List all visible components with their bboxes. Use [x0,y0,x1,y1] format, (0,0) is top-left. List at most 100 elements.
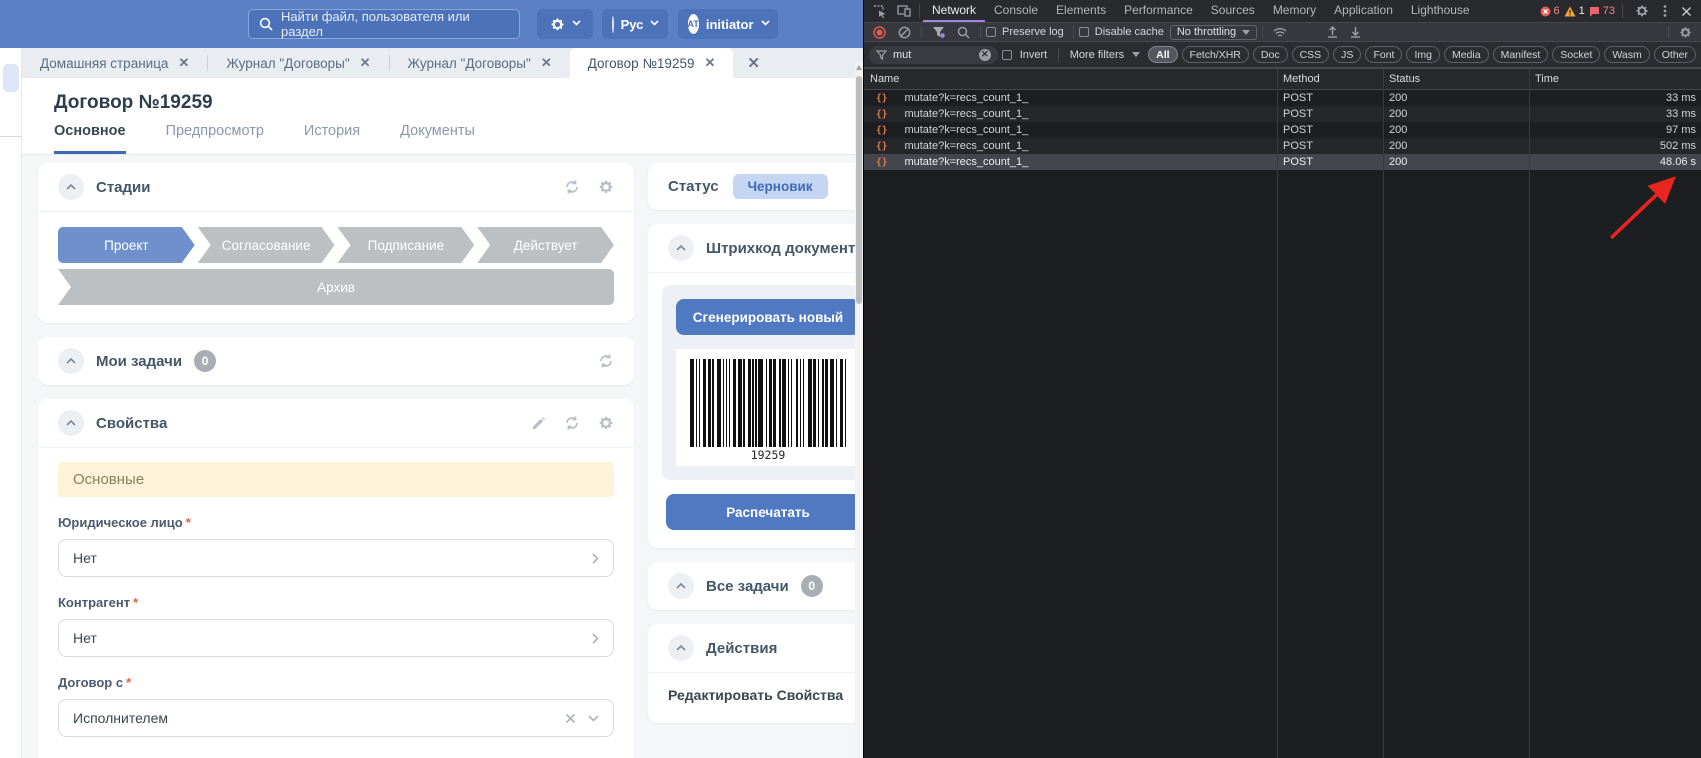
page-tab-предпросмотр[interactable]: Предпросмотр [166,123,264,154]
devtools-tab-lighthouse[interactable]: Lighthouse [1402,0,1479,22]
type-chip-doc[interactable]: Doc [1253,46,1288,63]
network-request-row[interactable]: {}mutate?k=recs_count_1_POST20097 ms [864,122,1701,138]
page-tab-документы[interactable]: Документы [400,123,475,154]
action-edit-properties[interactable]: Редактировать Свойства [648,673,863,723]
settings-menu-button[interactable] [537,9,593,39]
issues-badge[interactable]: 73 [1589,5,1615,17]
record-network-log-icon[interactable] [868,26,891,39]
more-filters-chevron-icon[interactable] [1132,52,1140,57]
device-toolbar-icon[interactable] [892,0,916,22]
language-selector[interactable]: Рус [602,9,668,39]
preserve-log-checkbox[interactable] [986,27,996,37]
close-devtools-icon[interactable] [1676,6,1697,17]
refresh-icon[interactable] [598,353,614,369]
close-tab-icon[interactable]: ✕ [178,55,189,71]
window-tab[interactable]: Договор №19259✕ [570,48,734,78]
stage-3[interactable]: Подписание [338,227,475,263]
chevron-right-icon[interactable] [592,553,599,564]
close-tab-icon[interactable]: ✕ [704,55,715,71]
inspect-element-icon[interactable] [868,0,892,22]
type-chip-fetchxhr[interactable]: Fetch/XHR [1182,46,1249,63]
stage-2[interactable]: Согласование [198,227,335,263]
type-chip-socket[interactable]: Socket [1552,46,1600,63]
collapse-button[interactable] [668,573,694,599]
collapse-button[interactable] [668,235,694,261]
type-chip-font[interactable]: Font [1365,46,1402,63]
invert-label[interactable]: Invert [1016,49,1052,61]
network-settings-gear-icon[interactable] [1674,26,1697,39]
page-tab-основное[interactable]: Основное [54,123,126,154]
type-chip-all[interactable]: All [1148,46,1177,63]
clear-value-icon[interactable] [565,713,576,724]
window-tab[interactable]: Журнал "Договоры"✕ [390,48,570,78]
network-table-header[interactable]: NameMethodStatusTime [864,68,1701,90]
collapsed-sidebar[interactable] [0,48,22,758]
chevron-down-icon[interactable] [588,715,599,722]
column-header-name[interactable]: Name [864,73,1277,85]
console-errors-badge[interactable]: 6 [1540,5,1560,17]
window-tab[interactable]: Журнал "Договоры"✕ [208,48,388,78]
stage-5[interactable]: Архив [58,269,614,305]
refresh-icon[interactable] [564,415,580,431]
type-chip-media[interactable]: Media [1444,46,1489,63]
disable-cache-label[interactable]: Disable cache [1091,26,1168,38]
collapse-button[interactable] [58,348,84,374]
close-tab-icon[interactable]: ✕ [541,55,552,71]
network-conditions-icon[interactable] [1268,27,1292,38]
column-header-time[interactable]: Time [1529,73,1701,85]
field-input[interactable]: Нет [58,619,614,657]
type-chip-wasm[interactable]: Wasm [1604,46,1649,63]
devtools-tab-network[interactable]: Network [923,0,985,22]
refresh-icon[interactable] [564,179,580,195]
type-chip-img[interactable]: Img [1406,46,1440,63]
devtools-tab-sources[interactable]: Sources [1202,0,1264,22]
collapse-button[interactable] [668,635,694,661]
export-har-icon[interactable] [1345,26,1366,38]
preserve-log-label[interactable]: Preserve log [998,26,1068,38]
import-har-icon[interactable] [1322,26,1343,38]
collapse-button[interactable] [58,174,84,200]
filter-text-input[interactable]: mut ✕ [869,46,998,64]
network-request-row[interactable]: {}mutate?k=recs_count_1_POST20033 ms [864,106,1701,122]
devtools-tab-performance[interactable]: Performance [1115,0,1202,22]
gear-icon[interactable] [598,415,614,431]
print-button[interactable]: Распечатать [666,494,863,530]
field-input[interactable]: Нет [58,539,614,577]
sidebar-active-item[interactable] [3,64,19,92]
close-all-tabs-icon[interactable]: ✕ [733,48,774,78]
collapse-button[interactable] [58,410,84,436]
devtools-tab-memory[interactable]: Memory [1264,0,1325,22]
gear-icon[interactable] [598,179,614,195]
filter-icon[interactable] [927,26,950,38]
devtools-settings-icon[interactable] [1630,4,1654,18]
stage-4[interactable]: Действует [477,227,614,263]
network-request-row[interactable]: {}mutate?k=recs_count_1_POST20048.06 s [864,154,1701,170]
chevron-right-icon[interactable] [592,633,599,644]
stage-1[interactable]: Проект [58,227,195,263]
generate-barcode-button[interactable]: Сгенерировать новый [676,299,860,335]
more-filters-label[interactable]: More filters [1066,49,1128,61]
window-tab[interactable]: Домашняя страница✕ [22,48,207,78]
devtools-tab-console[interactable]: Console [985,0,1047,22]
user-menu-button[interactable]: AT initiator [678,9,778,39]
column-header-method[interactable]: Method [1277,73,1383,85]
devtools-tab-application[interactable]: Application [1325,0,1402,22]
search-network-icon[interactable] [952,26,975,39]
type-chip-other[interactable]: Other [1654,46,1696,63]
clear-filter-icon[interactable]: ✕ [979,49,991,61]
disable-cache-checkbox[interactable] [1079,27,1089,37]
kebab-menu-icon[interactable] [1658,4,1672,18]
network-request-row[interactable]: {}mutate?k=recs_count_1_POST200502 ms [864,138,1701,154]
app-scrollbar[interactable] [855,62,863,758]
network-request-row[interactable]: {}mutate?k=recs_count_1_POST20033 ms [864,90,1701,106]
edit-pencil-icon[interactable] [531,416,546,431]
type-chip-css[interactable]: CSS [1292,46,1330,63]
devtools-tab-elements[interactable]: Elements [1047,0,1115,22]
close-tab-icon[interactable]: ✕ [360,55,371,71]
field-input[interactable]: Исполнителем [58,699,614,737]
throttling-select[interactable]: No throttling [1170,25,1257,40]
global-search-input[interactable]: Найти файл, пользователя или раздел [248,9,520,39]
clear-network-log-icon[interactable] [893,26,916,39]
scrollbar-thumb[interactable] [856,76,862,304]
type-chip-js[interactable]: JS [1333,46,1361,63]
